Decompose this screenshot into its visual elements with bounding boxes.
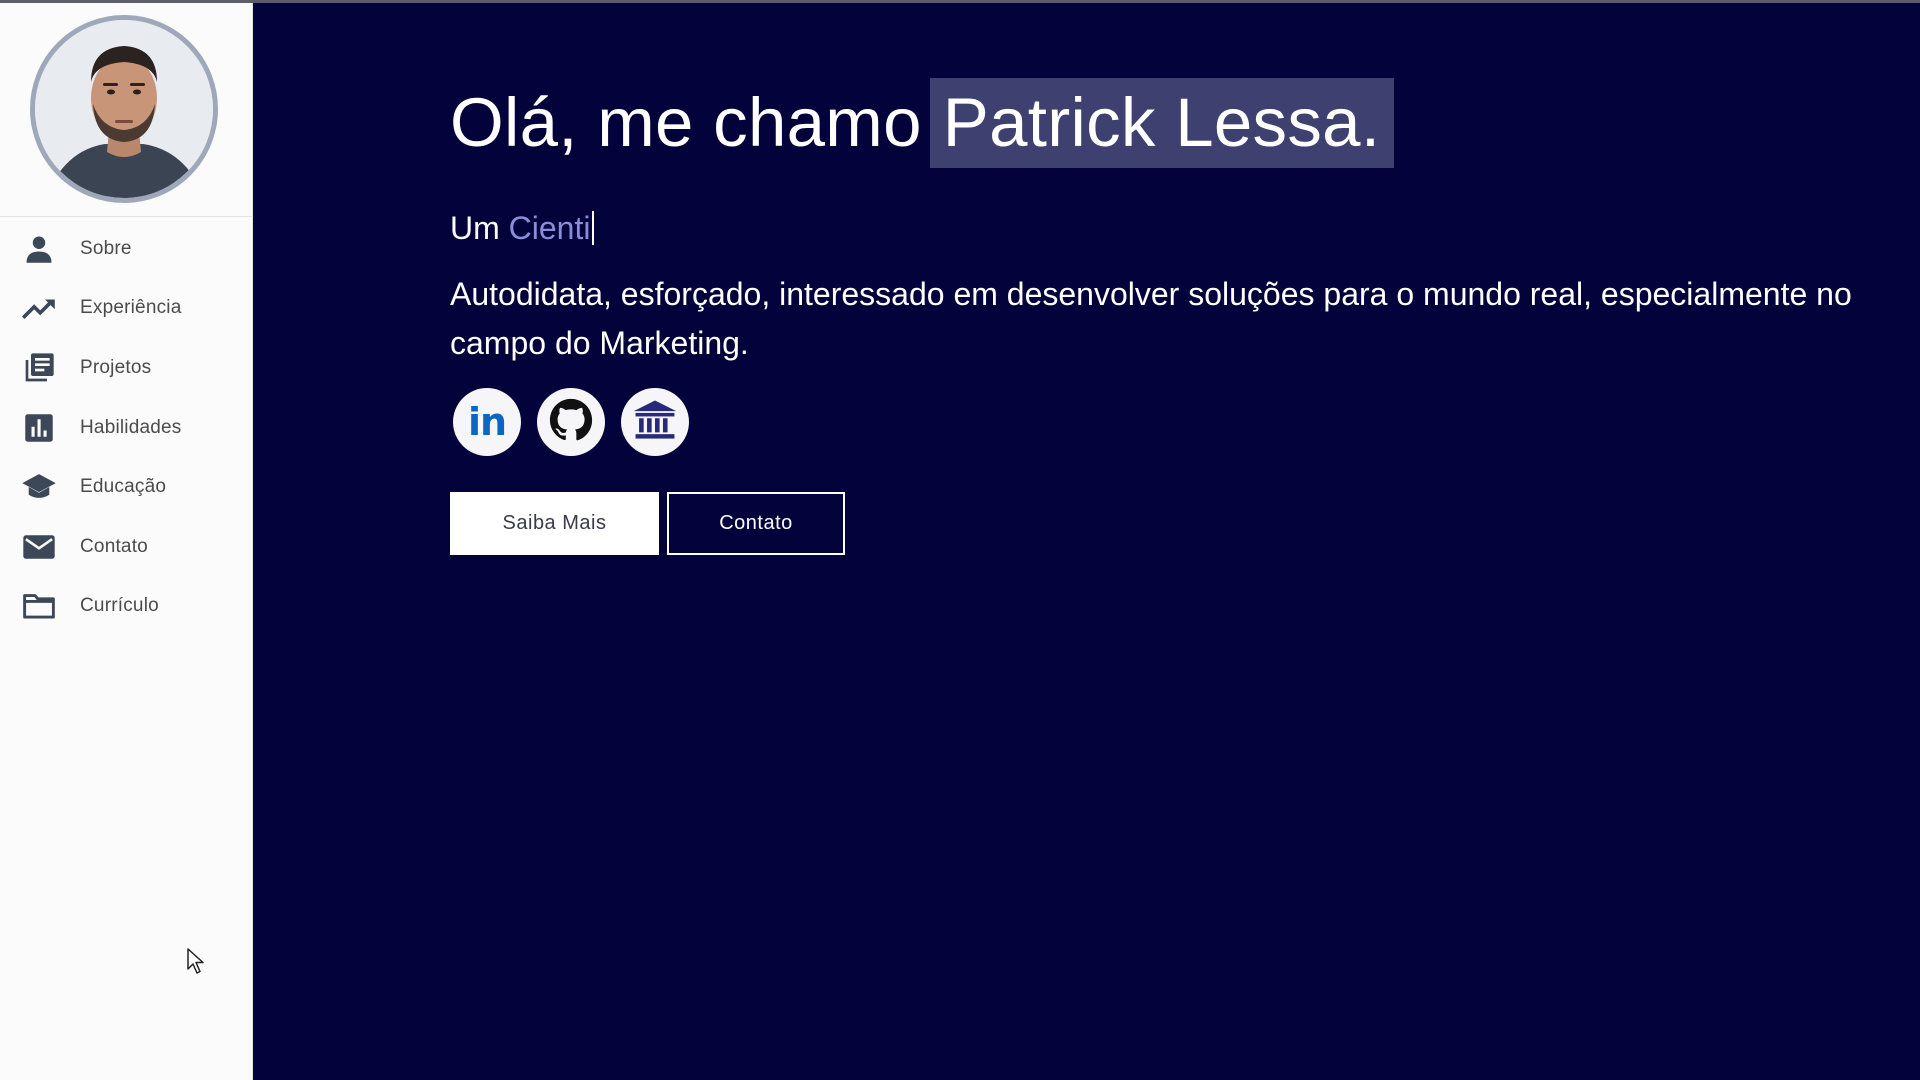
hero-heading: Olá, me chamo Patrick Lessa. — [450, 78, 1395, 168]
cta-buttons: Saiba Mais Contato — [450, 492, 845, 555]
sidebar-item-label: Sobre — [80, 237, 132, 259]
sidebar-item-label: Experiência — [80, 297, 182, 319]
library-books-icon — [21, 350, 57, 386]
typed-role: Cienti — [508, 210, 591, 246]
social-links: in — [453, 388, 689, 456]
contato-button[interactable]: Contato — [667, 492, 845, 555]
profile-header — [0, 0, 253, 217]
sidebar-item-projetos[interactable]: Projetos — [0, 338, 253, 398]
sidebar-item-contato[interactable]: Contato — [0, 517, 253, 577]
avatar — [30, 15, 218, 203]
mouse-cursor-icon — [187, 948, 204, 974]
sidebar: Sobre Experiência Projetos Habilidades E… — [0, 0, 253, 1080]
institution-icon — [632, 398, 678, 447]
linkedin-icon: in — [467, 400, 507, 444]
sidebar-item-label: Projetos — [80, 356, 152, 378]
typing-caret — [592, 211, 595, 245]
sidebar-item-educacao[interactable]: Educação — [0, 457, 253, 517]
hero-subtitle: Um Cienti — [450, 206, 595, 250]
subtitle-prefix: Um — [450, 210, 500, 246]
top-border — [0, 0, 1920, 3]
sidebar-item-sobre[interactable]: Sobre — [0, 219, 253, 279]
sidebar-item-label: Educação — [80, 476, 167, 498]
sidebar-nav: Sobre Experiência Projetos Habilidades E… — [0, 219, 253, 636]
greeting-text: Olá, me chamo — [450, 84, 922, 161]
github-link[interactable] — [537, 388, 605, 456]
name-highlight: Patrick Lessa. — [929, 78, 1395, 168]
graduation-cap-icon — [21, 469, 57, 505]
sidebar-item-curriculo[interactable]: Currículo — [0, 577, 253, 637]
hero-description: Autodidata, esforçado, interessado em de… — [450, 276, 1852, 361]
sidebar-item-habilidades[interactable]: Habilidades — [0, 398, 253, 458]
bar-chart-icon — [21, 410, 57, 446]
github-icon — [549, 398, 593, 447]
sidebar-item-experiencia[interactable]: Experiência — [0, 279, 253, 339]
sidebar-item-label: Currículo — [80, 595, 159, 617]
sidebar-item-label: Habilidades — [80, 416, 182, 438]
folder-icon — [21, 588, 57, 624]
trending-up-icon — [21, 290, 57, 326]
institution-link[interactable] — [621, 388, 689, 456]
saiba-mais-button[interactable]: Saiba Mais — [450, 492, 659, 555]
mail-icon — [21, 529, 57, 565]
hero-section: Olá, me chamo Patrick Lessa. Um Cienti Au… — [253, 0, 1920, 1080]
person-icon — [21, 231, 57, 267]
linkedin-link[interactable]: in — [453, 388, 521, 456]
sidebar-item-label: Contato — [80, 535, 148, 557]
